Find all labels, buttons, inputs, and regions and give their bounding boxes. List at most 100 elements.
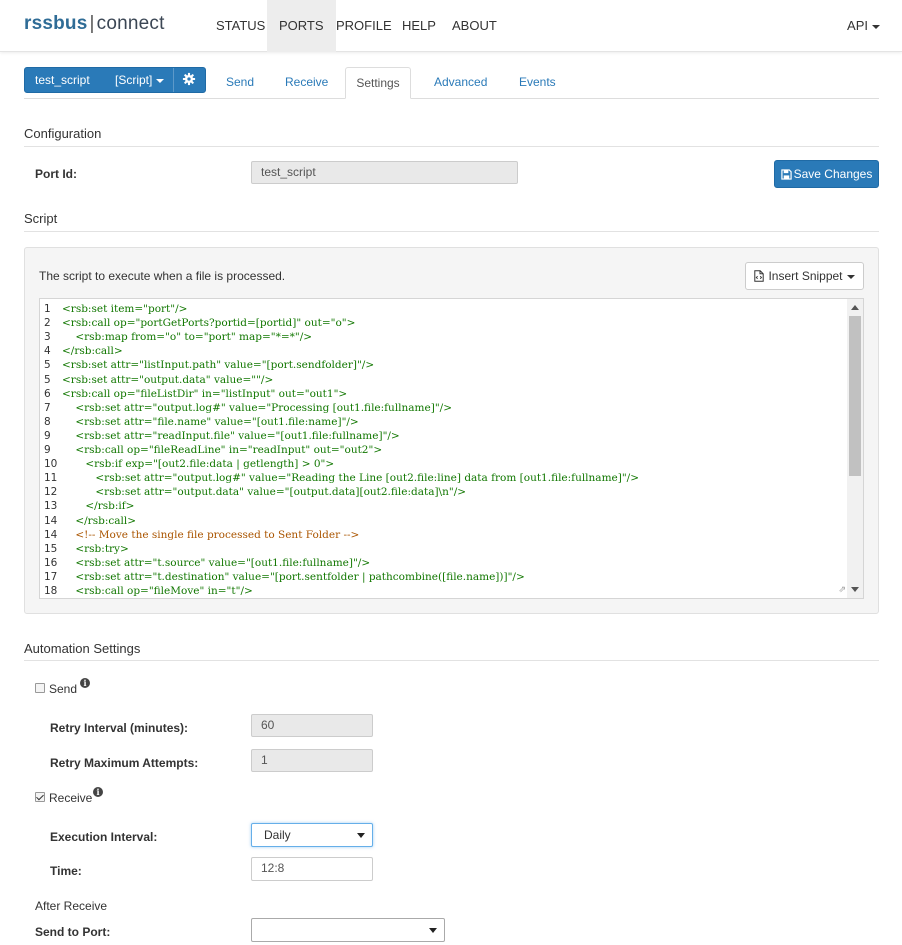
save-changes-button[interactable]: Save Changes: [774, 160, 879, 188]
line-number: 5: [44, 373, 51, 386]
dropdown-arrow-icon: [429, 928, 437, 933]
nav-about[interactable]: ABOUT: [440, 0, 509, 52]
line-number: 6: [44, 387, 51, 400]
port-type: [Script]: [115, 73, 165, 87]
scroll-down-icon[interactable]: [851, 587, 859, 592]
script-editor[interactable]: 18 <rsb:call op="fileMove" in="t"/> 17 <r…: [39, 298, 864, 599]
logo-separator: |: [89, 13, 95, 34]
logo[interactable]: rssbus | connect: [24, 13, 165, 35]
code-text: <rsb:set attr="t.source" value="[out1.fi…: [62, 556, 371, 569]
section-divider: [24, 231, 879, 232]
line-number: 12: [44, 486, 58, 499]
port-name: test_script: [35, 73, 90, 87]
editor-scrollbar[interactable]: [847, 299, 863, 598]
line-number: 9: [44, 444, 51, 456]
send-to-port-select[interactable]: [251, 918, 445, 942]
line-number: 4: [44, 345, 51, 358]
line-number: 16: [44, 556, 58, 569]
top-navbar: rssbus | connect STATUS PORTS PROFILE HELP…: [0, 0, 902, 52]
tab-settings[interactable]: Settings: [345, 67, 411, 99]
retry-max-field[interactable]: 1: [251, 749, 373, 772]
send-checkbox[interactable]: [35, 683, 45, 693]
code-text: <rsb:set item="port"/>: [62, 303, 188, 315]
save-icon: [780, 169, 792, 180]
code-text: <rsb:set attr="output.log#" value="Proce…: [62, 401, 452, 414]
automation-heading: Automation Settings: [24, 641, 141, 656]
scrollbar-thumb[interactable]: [849, 316, 861, 476]
time-label: Time:: [50, 864, 82, 878]
code-text: <rsb:try>: [62, 542, 129, 555]
port-selector-button[interactable]: test_script [Script]: [24, 67, 206, 93]
insert-snippet-label: Insert Snippet: [768, 269, 843, 283]
api-label: API: [847, 18, 868, 33]
info-icon[interactable]: i: [93, 787, 103, 797]
section-divider: [24, 146, 879, 147]
code-text: <rsb:set attr="t.destination" value="[po…: [62, 570, 525, 583]
code-text: <rsb:set attr="output.data" value=""/>: [62, 373, 274, 386]
resize-grip-icon[interactable]: ⇗: [838, 584, 846, 595]
script-description: The script to execute when a file is pro…: [39, 269, 286, 283]
code-text: <rsb:set attr="output.log#" value="Readi…: [62, 472, 639, 485]
port-id-field[interactable]: test_script: [251, 161, 518, 184]
code-text: </rsb:if>: [62, 500, 135, 513]
code-text: <rsb:set attr="file.name" value="[out1.f…: [62, 415, 359, 428]
button-divider: [173, 68, 174, 92]
file-code-icon: [754, 270, 765, 282]
execution-interval-value: Daily: [264, 828, 291, 842]
code-text: </rsb:call>: [62, 345, 123, 358]
gear-icon[interactable]: [181, 71, 197, 87]
time-input[interactable]: 12:8: [251, 857, 373, 881]
line-number: 2: [44, 317, 51, 330]
code-text: <rsb:set attr="listInput.path" value="[p…: [62, 359, 375, 372]
line-number: 15: [44, 542, 58, 555]
line-number: 8: [44, 415, 51, 428]
retry-interval-label: Retry Interval (minutes):: [50, 721, 189, 735]
save-changes-label: Save Changes: [793, 167, 873, 181]
tab-events[interactable]: Events: [507, 67, 568, 99]
insert-snippet-button[interactable]: Insert Snippet: [745, 262, 864, 290]
line-number: 11: [44, 472, 58, 485]
execution-interval-label: Execution Interval:: [50, 830, 158, 844]
code-text: <rsb:set attr="output.data" value="[outp…: [62, 486, 467, 499]
port-type-label: [Script]: [115, 73, 153, 87]
chevron-down-icon: [846, 274, 855, 279]
code-text: <rsb:call op="fileListDir" in="listInput…: [62, 387, 348, 400]
line-number: 9: [44, 429, 51, 442]
line-number: 1: [44, 303, 51, 315]
receive-checkbox-label: Receive: [49, 791, 93, 805]
code-text: <rsb:if exp="[out2.file:data | getlength…: [62, 458, 335, 471]
retry-max-label: Retry Maximum Attempts:: [50, 756, 199, 770]
code-text: <rsb:call op="fileMove" in="t"/>: [62, 585, 253, 597]
section-divider: [24, 660, 879, 661]
send-checkbox-label: Send: [49, 682, 78, 696]
code-text: </rsb:call>: [62, 514, 137, 527]
chevron-down-icon: [156, 78, 165, 83]
line-number: 7: [44, 401, 51, 414]
line-number: 5: [44, 359, 51, 372]
line-number: 3: [44, 331, 51, 344]
send-to-port-label: Send to Port:: [35, 925, 111, 939]
retry-interval-field[interactable]: 60: [251, 714, 373, 737]
code-text: <rsb:set attr="readInput.file" value="[o…: [62, 429, 400, 442]
receive-checkbox[interactable]: [35, 792, 45, 802]
script-heading: Script: [24, 211, 58, 226]
info-icon[interactable]: i: [80, 678, 90, 688]
scroll-up-icon[interactable]: [851, 305, 859, 310]
execution-interval-select[interactable]: Daily: [251, 823, 373, 847]
line-number: 10: [44, 458, 58, 471]
code-text: <rsb:call op="portGetPorts?portid=[porti…: [62, 317, 356, 330]
tab-receive[interactable]: Receive: [273, 67, 340, 99]
code-text: <rsb:call op="fileReadLine" in="readInpu…: [62, 444, 383, 456]
port-id-label: Port Id:: [35, 167, 77, 181]
logo-product: connect: [96, 13, 165, 34]
configuration-heading: Configuration: [24, 126, 102, 141]
line-number: 13: [44, 500, 58, 513]
line-number: 14: [44, 528, 58, 541]
line-number: 18: [44, 585, 58, 597]
script-panel: The script to execute when a file is pro…: [24, 247, 879, 614]
line-number: 17: [44, 570, 58, 583]
tab-send[interactable]: Send: [214, 67, 266, 99]
api-menu[interactable]: API: [847, 0, 880, 52]
tab-advanced[interactable]: Advanced: [422, 67, 499, 99]
code-text: <rsb:map from="o" to="port" map="*=*"/>: [62, 331, 313, 344]
